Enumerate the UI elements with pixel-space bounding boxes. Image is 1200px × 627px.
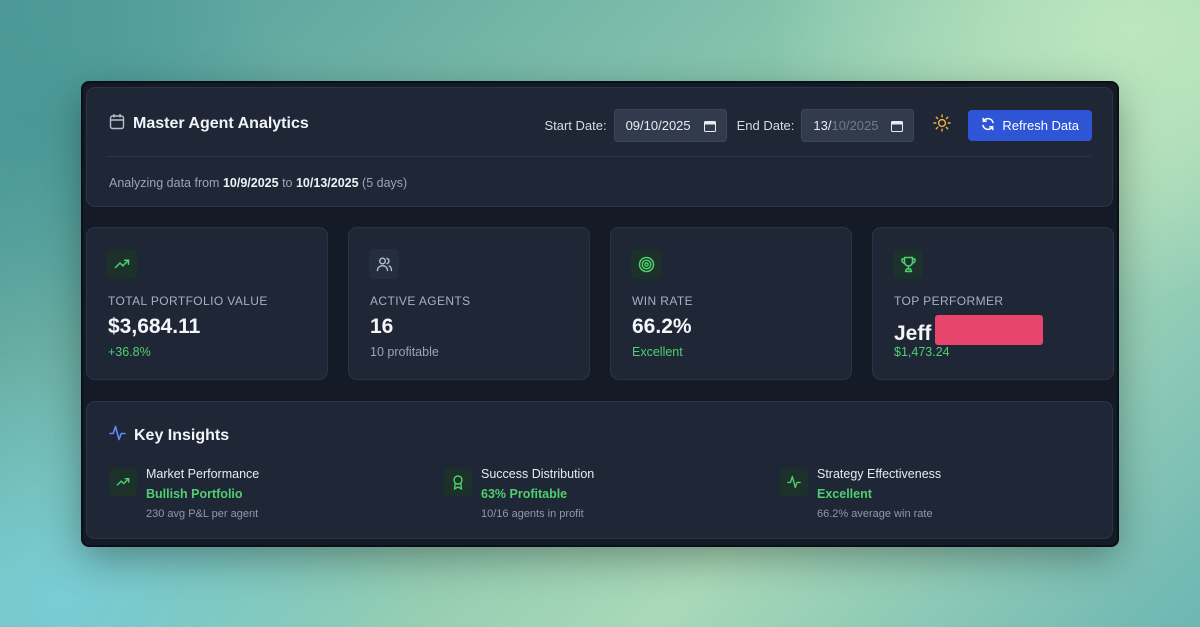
range-days: (5 days) [362,176,408,190]
trending-up-icon [107,249,137,279]
calendar-picker-icon[interactable] [891,120,904,135]
stat-card-agents: ACTIVE AGENTS 16 10 profitable [348,227,590,380]
end-date-month: 10/ [831,118,850,133]
redaction-block [935,315,1044,345]
insights-title: Key Insights [134,426,230,444]
start-date-label: Start Date: [544,118,607,133]
trophy-icon [893,249,923,279]
insight-status: Bullish Portfolio [146,487,243,501]
stat-label: TOTAL PORTFOLIO VALUE [108,294,268,308]
sun-icon[interactable] [933,114,952,137]
refresh-icon [981,117,995,134]
stat-label: WIN RATE [632,294,693,308]
start-date-input[interactable]: 09/10/2025 [613,109,727,142]
stat-card-top-performer: TOP PERFORMER Jeff $1,473.24 [872,227,1114,380]
stat-sub: Excellent [632,345,683,359]
stat-sub: $1,473.24 [894,345,950,359]
stat-card-win-rate: WIN RATE 66.2% Excellent [610,227,852,380]
insight-detail: 66.2% average win rate [817,508,933,520]
insight-status: 63% Profitable [481,487,568,501]
stat-label: ACTIVE AGENTS [370,294,471,308]
header-panel: Master Agent Analytics Start Date: 09/10… [86,87,1113,207]
insight-item-success: Success Distribution 63% Profitable 10/1… [444,465,764,525]
stat-value-row: Jeff [894,315,1044,346]
award-icon [444,468,472,496]
stat-sub: +36.8% [108,345,151,359]
date-range-summary: Analyzing data from 10/9/2025 to 10/13/2… [109,176,407,190]
stat-sub: 10 profitable [370,345,439,359]
refresh-data-button[interactable]: Refresh Data [968,110,1092,141]
insight-title: Market Performance [146,467,260,481]
activity-icon [780,468,808,496]
stat-value: 16 [370,315,394,338]
stat-label: TOP PERFORMER [894,294,1004,308]
insight-title: Success Distribution [481,467,595,481]
top-performer-name: Jeff [894,322,932,345]
refresh-label: Refresh Data [1002,118,1079,133]
insight-detail: 230 avg P&L per agent [146,508,259,520]
end-date-input[interactable]: 13/10/2025 [801,109,915,142]
insight-detail: 10/16 agents in profit [481,508,584,520]
start-date-value: 09/10/2025 [625,118,691,133]
trending-up-icon [109,468,137,496]
stat-card-portfolio: TOTAL PORTFOLIO VALUE $3,684.11 +36.8% [86,227,328,380]
insight-status: Excellent [817,487,872,501]
target-icon [631,249,661,279]
key-insights-panel: Key Insights Market Performance Bullish … [86,401,1113,539]
calendar-picker-icon[interactable] [703,120,716,135]
end-date-label: End Date: [736,118,795,133]
range-end: 10/13/2025 [295,176,359,190]
date-controls: Start Date: 09/10/2025 End Date: 13/10/2… [544,109,1092,142]
calendar-icon [109,113,125,135]
insight-item-market: Market Performance Bullish Portfolio 230… [109,465,429,525]
title-row: Master Agent Analytics [109,113,309,135]
end-date-day: 13/ [813,118,832,133]
insights-header: Key Insights [109,425,229,446]
range-to: to [282,176,293,190]
page-title: Master Agent Analytics [133,115,309,132]
end-date-year: 2025 [849,118,879,133]
range-start: 10/9/2025 [222,176,279,190]
stat-value: 66.2% [632,315,692,338]
users-icon [369,249,399,279]
header-divider [108,156,1091,157]
analyzing-prefix: Analyzing data from [109,176,220,190]
insight-item-strategy: Strategy Effectiveness Excellent 66.2% a… [780,465,1100,525]
stat-value: $3,684.11 [108,315,201,338]
insight-title: Strategy Effectiveness [817,467,942,481]
analytics-window: Master Agent Analytics Start Date: 09/10… [83,83,1117,545]
activity-icon [109,425,126,446]
